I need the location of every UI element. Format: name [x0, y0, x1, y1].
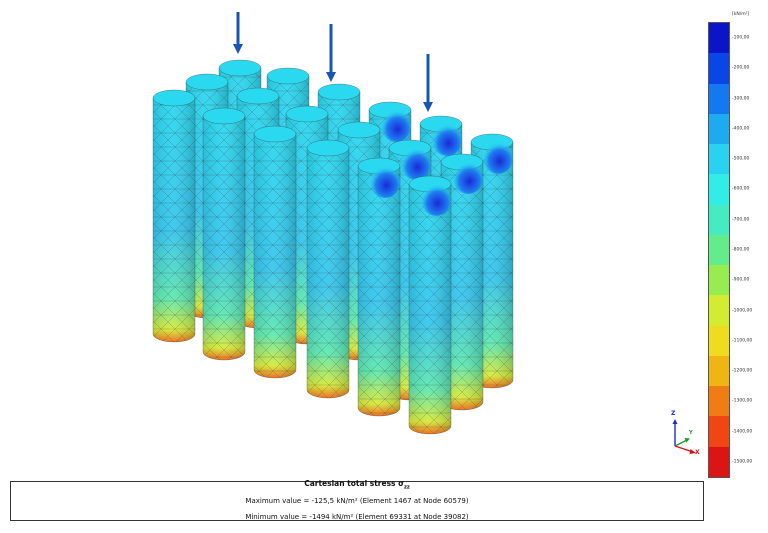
pile: [152, 89, 196, 343]
legend-band: [709, 23, 729, 54]
stress-concentration-spot: [401, 148, 431, 180]
pile: [357, 157, 401, 417]
pile: [306, 139, 350, 399]
model-viewport[interactable]: [0, 0, 700, 475]
legend-tick-label: -400,00: [732, 126, 750, 132]
legend-color-bar: [708, 22, 730, 478]
legend-band: [709, 325, 729, 357]
legend-band: [709, 113, 729, 145]
legend-band: [709, 295, 729, 327]
legend-band: [709, 83, 729, 115]
legend-tick-label: -500,00: [732, 156, 750, 162]
legend-band: [709, 53, 729, 85]
legend-tick-label: -800,00: [732, 247, 750, 253]
pile: [408, 175, 452, 435]
stress-concentration-spot: [483, 142, 513, 174]
legend-band: [709, 174, 729, 206]
load-arrow-icon: [423, 54, 433, 112]
legend-tick-label: -600,00: [732, 186, 750, 192]
legend-tick-label: -100,00: [732, 35, 750, 41]
stress-concentration-spot: [381, 110, 411, 142]
axis-z-label: Z: [671, 410, 676, 417]
legend-tick-label: -1400,00: [732, 429, 753, 435]
axis-y-label: Y: [689, 430, 693, 436]
legend-band: [709, 265, 729, 296]
legend-band: [709, 234, 729, 266]
legend-unit: [kN/m²]: [732, 12, 750, 17]
legend-band: [709, 355, 729, 387]
legend-tick-label: -1300,00: [732, 398, 753, 404]
axis-triad: Z Y X: [665, 410, 705, 458]
min-value-line: Minimum value = -1494 kN/m² (Element 693…: [245, 513, 469, 521]
pile-group-model: [152, 12, 514, 435]
legend-tick-label: -200,00: [732, 65, 750, 71]
load-arrow-icon: [326, 24, 336, 82]
stress-concentration-spot: [421, 184, 451, 216]
stress-concentration-spot: [453, 162, 483, 194]
legend-tick-label: -300,00: [732, 96, 750, 102]
legend-band: [709, 144, 729, 175]
pile: [253, 125, 297, 379]
stress-concentration-spot: [432, 124, 462, 156]
load-arrow-icon: [233, 12, 243, 54]
max-value-line: Maximum value = -125,5 kN/m² (Element 14…: [245, 497, 469, 505]
legend-tick-label: -700,00: [732, 217, 750, 223]
axis-x-label: X: [695, 449, 700, 456]
legend-band: [709, 386, 729, 417]
pile: [202, 107, 246, 361]
legend-band: [709, 416, 729, 448]
legend-tick-label: -1200,00: [732, 368, 753, 374]
results-panel: Cartesian total stress σzz Maximum value…: [10, 479, 704, 521]
legend-tick-label: -1000,00: [732, 308, 753, 314]
legend-tick-label: -1500,00: [732, 459, 753, 465]
legend-tick-label: -1100,00: [732, 338, 753, 344]
legend-tick-label: -900,00: [732, 277, 750, 283]
results-title: Cartesian total stress σzz: [304, 479, 410, 491]
legend-band: [709, 204, 729, 236]
stress-concentration-spot: [370, 166, 400, 198]
legend-band: [709, 446, 729, 478]
stress-color-legend: [kN/m²] -100,00 -200,00 -300,00 -400,00 -500…: [708, 12, 766, 482]
